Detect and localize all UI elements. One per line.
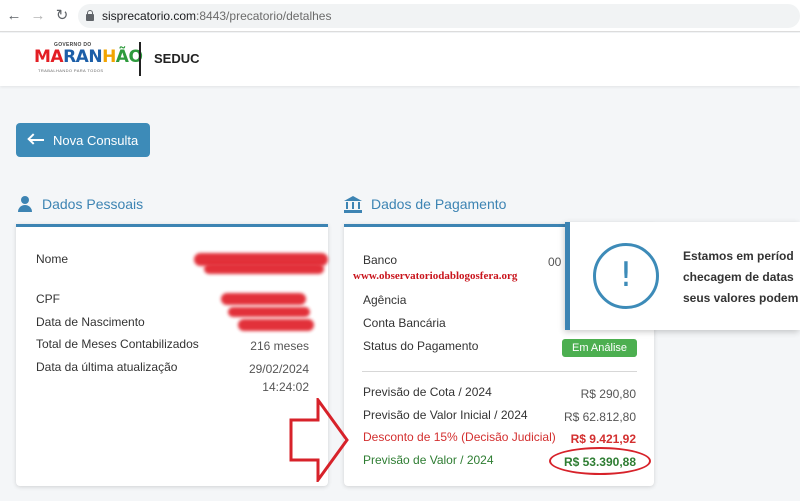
watermark-text: www.observatoriodablogosfera.org — [353, 270, 518, 282]
divider — [362, 371, 637, 372]
logo-brand-part: RAN — [63, 47, 103, 67]
banco-label: Banco — [363, 253, 398, 267]
banco-value: 00 — [548, 255, 562, 269]
previsao-cota-label: Previsão de Cota / 2024 — [363, 385, 492, 399]
toast-message-line: Estamos em períod — [683, 249, 794, 263]
url-text[interactable]: sisprecatorio.com:8443/precatorio/detalh… — [102, 9, 331, 23]
info-toast[interactable]: ! Estamos em períod checagem de datas se… — [565, 222, 800, 330]
desconto-label: Desconto de 15% (Decisão Judicial) — [363, 430, 556, 444]
toast-message-line: checagem de datas — [683, 270, 794, 284]
url-host: sisprecatorio.com — [102, 9, 197, 23]
status-badge: Em Análise — [562, 339, 637, 357]
dados-pessoais-card: Nome CPF Data de Nascimento Total de Mes… — [16, 224, 328, 486]
conta-label: Conta Bancária — [363, 316, 446, 330]
atualizacao-time: 14:24:02 — [262, 380, 309, 394]
url-path: :8443/precatorio/detalhes — [196, 9, 332, 23]
nome-label: Nome — [36, 252, 69, 266]
desconto-value: R$ 9.421,92 — [570, 432, 636, 446]
logo-brand: MARANHÃO — [34, 47, 143, 67]
nova-consulta-button[interactable]: Nova Consulta — [16, 123, 150, 157]
redaction-mark — [228, 307, 310, 317]
maranhao-logo: GOVERNO DO MARANHÃO TRABALHANDO PARA TOD… — [34, 42, 143, 76]
address-bar[interactable]: sisprecatorio.com:8443/precatorio/detalh… — [78, 4, 800, 28]
atualizacao-label: Data da última atualização — [36, 360, 178, 374]
logo-brand-part: MA — [34, 47, 64, 67]
back-arrow-icon[interactable]: ← — [4, 6, 24, 26]
toast-message-line: seus valores podem — [683, 291, 799, 305]
arrow-left-icon — [27, 132, 45, 148]
redaction-mark — [238, 319, 314, 331]
nova-consulta-label: Nova Consulta — [53, 133, 139, 148]
site-header: GOVERNO DO MARANHÃO TRABALHANDO PARA TOD… — [0, 33, 800, 86]
forward-arrow-icon[interactable]: → — [28, 6, 48, 26]
lock-icon — [86, 10, 94, 21]
dados-pagamento-title: Dados de Pagamento — [371, 196, 507, 212]
annotation-arrow — [289, 398, 349, 482]
browser-toolbar: ← → ↻ sisprecatorio.com:8443/precatorio/… — [0, 0, 800, 32]
highlight-ellipse — [549, 447, 651, 475]
previsao-valor-label: Previsão de Valor / 2024 — [363, 453, 494, 467]
reload-icon[interactable]: ↻ — [52, 6, 72, 26]
logo-brand-part: H — [102, 47, 116, 67]
previsao-cota-value: R$ 290,80 — [580, 387, 636, 401]
previsao-inicial-label: Previsão de Valor Inicial / 2024 — [363, 408, 528, 422]
agencia-label: Agência — [363, 293, 407, 307]
redaction-mark — [204, 264, 324, 274]
logo-sub-text: TRABALHANDO PARA TODOS — [38, 68, 104, 73]
status-label: Status do Pagamento — [363, 339, 479, 353]
atualizacao-date: 29/02/2024 — [248, 362, 309, 376]
header-divider — [139, 42, 141, 76]
nascimento-label: Data de Nascimento — [36, 315, 145, 329]
person-icon — [17, 196, 33, 212]
meses-value: 216 meses — [250, 339, 309, 353]
redaction-mark — [221, 293, 306, 305]
bank-icon — [344, 196, 362, 213]
dados-pessoais-title: Dados Pessoais — [42, 196, 144, 212]
cpf-label: CPF — [36, 292, 60, 306]
previsao-inicial-value: R$ 62.812,80 — [563, 410, 636, 424]
info-exclamation-icon: ! — [593, 243, 659, 309]
page-title: SEDUC — [154, 51, 200, 66]
meses-label: Total de Meses Contabilizados — [36, 337, 199, 351]
